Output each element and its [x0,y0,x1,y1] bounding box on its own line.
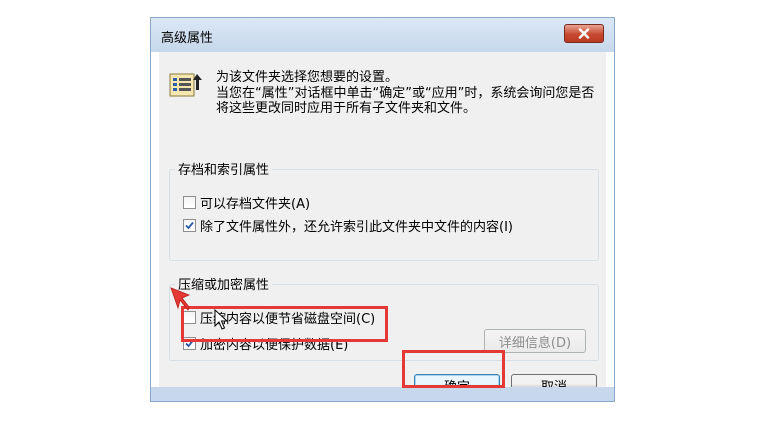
advanced-attributes-dialog: 高级属性 为该文件夹选择您想要的设置。 当您在“属性”对话框中单击“确定”或“应… [150,17,615,402]
red-arrow-icon [170,287,190,311]
ok-button-highlight [402,350,505,388]
dialog-bottom-border [151,387,614,401]
description-line-1: 为该文件夹选择您想要的设置。 [216,70,399,85]
description-line-2: 当您在“属性”对话框中单击“确定”或“应用”时，系统会询问您是否将这些更改同时应… [216,86,595,116]
archive-index-group-title: 存档和索引属性 [175,159,273,178]
dialog-title: 高级属性 [161,31,214,46]
archive-index-group [169,169,599,261]
folder-properties-icon [169,73,202,97]
archive-checkbox[interactable] [183,196,196,209]
check-icon [185,221,194,230]
encrypt-option-highlight [181,306,388,342]
index-option-row[interactable]: 除了文件属性外，还允许索引此文件夹中文件的内容(I) [183,216,513,235]
title-bar[interactable]: 高级属性 [151,18,614,52]
close-button[interactable] [564,24,604,43]
index-checkbox[interactable] [183,219,196,232]
index-option-label: 除了文件属性外，还允许索引此文件夹中文件的内容(I) [200,220,513,235]
archive-option-label: 可以存档文件夹(A) [200,197,311,212]
archive-option-row[interactable]: 可以存档文件夹(A) [183,193,310,212]
close-icon [578,28,590,39]
mouse-pointer-icon [214,309,228,330]
